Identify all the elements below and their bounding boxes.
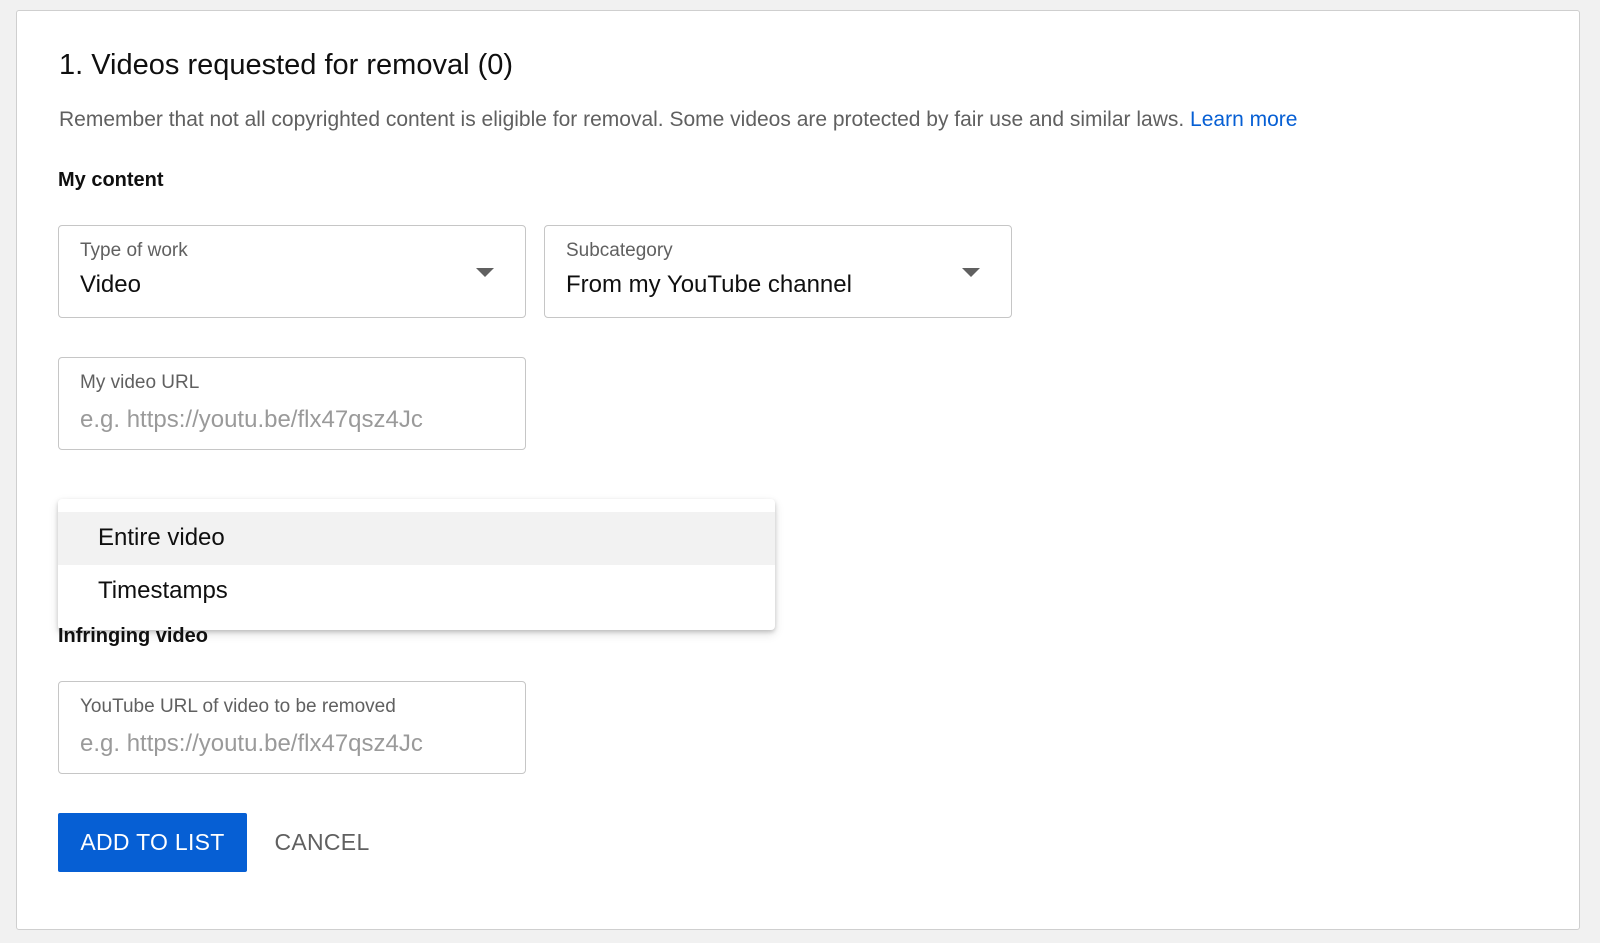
infringing-video-label: Infringing video <box>58 625 208 647</box>
subcategory-select[interactable]: Subcategory From my YouTube channel <box>544 225 1012 318</box>
caret-down-icon <box>962 268 980 277</box>
my-video-url-input[interactable] <box>80 406 500 434</box>
removal-request-card: 1. Videos requested for removal (0) Reme… <box>16 10 1580 930</box>
menu-item-label: Timestamps <box>98 577 228 604</box>
type-of-work-label: Type of work <box>80 240 188 261</box>
my-video-url-field[interactable]: My video URL <box>58 357 526 450</box>
infringing-url-label: YouTube URL of video to be removed <box>80 696 396 717</box>
type-of-work-value: Video <box>80 271 141 298</box>
my-content-label: My content <box>58 169 164 191</box>
caret-down-icon <box>476 268 494 277</box>
subcategory-value: From my YouTube channel <box>566 271 852 298</box>
eligibility-notice-text: Remember that not all copyrighted conten… <box>59 108 1185 131</box>
infringing-url-input[interactable] <box>80 730 500 758</box>
infringing-url-field[interactable]: YouTube URL of video to be removed <box>58 681 526 774</box>
menu-item-entire-video[interactable]: Entire video <box>58 512 775 565</box>
cancel-button[interactable]: CANCEL <box>267 813 377 872</box>
type-of-work-select[interactable]: Type of work Video <box>58 225 526 318</box>
add-to-list-button[interactable]: ADD TO LIST <box>58 813 247 872</box>
subcategory-label: Subcategory <box>566 240 673 261</box>
learn-more-link[interactable]: Learn more <box>1190 108 1297 131</box>
menu-item-label: Entire video <box>98 524 225 551</box>
my-video-url-label: My video URL <box>80 372 200 393</box>
menu-item-timestamps[interactable]: Timestamps <box>58 565 775 618</box>
eligibility-notice: Remember that not all copyrighted conten… <box>59 108 1297 132</box>
section-title: 1. Videos requested for removal (0) <box>59 49 514 81</box>
video-portion-menu: Entire video Timestamps <box>58 499 775 630</box>
